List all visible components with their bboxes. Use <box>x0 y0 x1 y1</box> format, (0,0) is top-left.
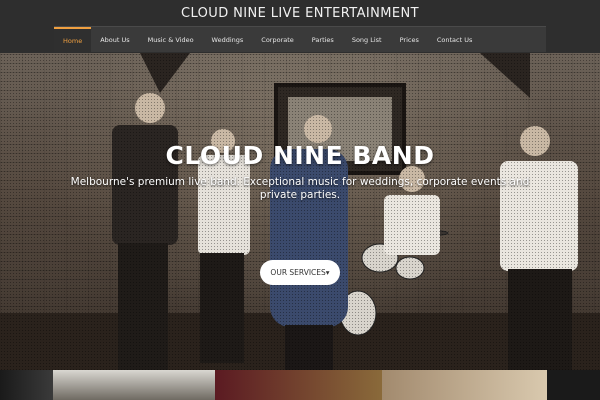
hero-title: CLOUD NINE BAND <box>165 141 435 170</box>
halftone-overlay <box>0 53 600 370</box>
gallery-thumb-4[interactable] <box>382 370 547 400</box>
main-nav: Home About Us Music & Video Weddings Cor… <box>54 26 546 52</box>
nav-item-parties[interactable]: Parties <box>303 27 343 52</box>
nav-item-music-video[interactable]: Music & Video <box>139 27 203 52</box>
gallery-thumb-1[interactable] <box>0 370 53 400</box>
nav-item-prices[interactable]: Prices <box>391 27 428 52</box>
hero-text: CLOUD NINE BAND Melbourne's premium live… <box>0 141 600 202</box>
our-services-button[interactable]: OUR SERVICES▾ <box>260 260 340 285</box>
gallery-thumb-5[interactable] <box>547 370 600 400</box>
gallery-thumb-2[interactable] <box>53 370 215 400</box>
site-title[interactable]: CLOUD NINE LIVE ENTERTAINMENT <box>0 6 600 21</box>
gallery-thumb-3[interactable] <box>215 370 382 400</box>
nav-item-about-us[interactable]: About Us <box>91 27 138 52</box>
gallery-strip <box>0 370 600 400</box>
hero-subtitle: Melbourne's premium live band. Exception… <box>70 176 530 201</box>
nav-item-corporate[interactable]: Corporate <box>252 27 303 52</box>
nav-item-song-list[interactable]: Song List <box>343 27 391 52</box>
nav-item-home[interactable]: Home <box>54 27 92 52</box>
site-header: CLOUD NINE LIVE ENTERTAINMENT Home About… <box>0 0 600 53</box>
nav-item-contact-us[interactable]: Contact Us <box>428 27 482 52</box>
hero-banner: CLOUD NINE BAND Melbourne's premium live… <box>0 53 600 370</box>
nav-item-weddings[interactable]: Weddings <box>203 27 253 52</box>
